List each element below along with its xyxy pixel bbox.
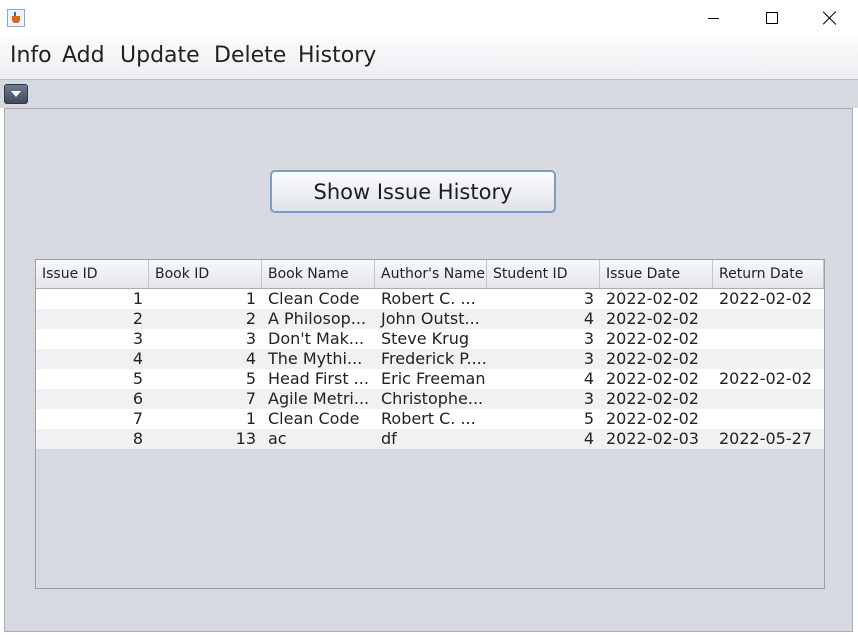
- title-bar: [0, 0, 858, 38]
- close-button[interactable]: [800, 0, 858, 38]
- minimize-button[interactable]: [684, 0, 742, 38]
- menu-add[interactable]: Add: [62, 43, 105, 68]
- cell-issue-date: 2022-02-03: [606, 429, 699, 448]
- cell-return-date: [713, 389, 824, 409]
- cell-issue-id: 3: [132, 329, 143, 348]
- collapse-button[interactable]: [4, 84, 28, 104]
- table-header: Issue ID Book ID Book Name Author's Name Stu…: [36, 260, 824, 289]
- table-row[interactable]: 3 3 Don't Mak... Steve Krug 3 2022-02-02: [36, 329, 824, 349]
- menu-update[interactable]: Update: [120, 43, 200, 68]
- cell-author-name: John Outst...: [381, 309, 480, 328]
- table-row[interactable]: 5 5 Head First ... Eric Freeman 4 2022-02-02 2…: [36, 369, 824, 389]
- cell-student-id: 4: [583, 309, 594, 328]
- cell-issue-date: 2022-02-02: [606, 329, 699, 348]
- column-header-author-name[interactable]: Author's Name: [375, 260, 487, 288]
- table-row[interactable]: 4 4 The Mythi... Frederick P.... 3 2022-02-0…: [36, 349, 824, 369]
- table-row[interactable]: 2 2 A Philosop... John Outst... 4 2022-02-02: [36, 309, 824, 329]
- cell-author-name: Steve Krug: [381, 329, 470, 348]
- show-issue-history-button[interactable]: Show Issue History: [270, 170, 556, 213]
- cell-return-date: [713, 329, 824, 349]
- cell-book-id: 1: [245, 409, 256, 428]
- cell-author-name: df: [381, 429, 397, 448]
- close-icon: [822, 10, 838, 26]
- column-header-issue-date[interactable]: Issue Date: [600, 260, 713, 288]
- cell-author-name: Frederick P....: [381, 349, 487, 368]
- cell-author-name: Christophe...: [381, 389, 484, 408]
- column-header-return-date[interactable]: Return Date: [713, 260, 824, 288]
- table-row[interactable]: 7 1 Clean Code Robert C. ... 5 2022-02-02: [36, 409, 824, 429]
- cell-issue-date: 2022-02-02: [606, 409, 699, 428]
- cell-student-id: 5: [583, 409, 594, 428]
- cell-issue-id: 1: [132, 289, 143, 308]
- cell-author-name: Robert C. ...: [381, 409, 476, 428]
- cell-student-id: 3: [583, 329, 594, 348]
- java-cup-icon: [7, 9, 25, 27]
- cell-return-date: [713, 309, 824, 329]
- cell-book-id: 4: [245, 349, 256, 368]
- column-header-student-id[interactable]: Student ID: [487, 260, 600, 288]
- cell-issue-id: 6: [132, 389, 143, 408]
- column-header-book-name[interactable]: Book Name: [262, 260, 375, 288]
- cell-issue-id: 7: [132, 409, 143, 428]
- cell-book-id: 7: [245, 389, 256, 408]
- cell-book-name: Don't Mak...: [268, 329, 365, 348]
- toolbar-strip: [0, 80, 858, 108]
- cell-issue-id: 5: [132, 369, 143, 388]
- cell-student-id: 3: [583, 349, 594, 368]
- table-row[interactable]: 6 7 Agile Metri... Christophe... 3 2022-02-02: [36, 389, 824, 409]
- cell-issue-date: 2022-02-02: [606, 389, 699, 408]
- cell-book-id: 2: [245, 309, 256, 328]
- menu-delete[interactable]: Delete: [214, 43, 286, 68]
- chevron-down-icon: [11, 91, 21, 97]
- cell-issue-date: 2022-02-02: [606, 349, 699, 368]
- cell-return-date: 2022-02-02: [719, 369, 812, 388]
- cell-book-id: 5: [245, 369, 256, 388]
- cell-book-name: Head First ...: [268, 369, 369, 388]
- maximize-icon: [766, 12, 778, 24]
- menu-info[interactable]: Info: [10, 43, 52, 68]
- cell-issue-id: 8: [132, 429, 143, 448]
- cell-issue-date: 2022-02-02: [606, 289, 699, 308]
- cell-return-date: 2022-05-27: [719, 429, 812, 448]
- table-body: 11 Clean Code Robert C. ... 3 2022-02-02 202…: [36, 289, 824, 449]
- cell-book-name: The Mythi...: [268, 349, 363, 368]
- menu-history[interactable]: History: [298, 43, 376, 68]
- cell-author-name: Eric Freeman: [381, 369, 486, 388]
- cell-return-date: [713, 349, 824, 369]
- table-row[interactable]: 1 1 Clean Code Robert C. ... 3 2022-02-02 202…: [36, 289, 824, 309]
- minimize-icon: [708, 18, 719, 19]
- cell-return-date: [713, 409, 824, 429]
- cell-book-name: Agile Metri...: [268, 389, 370, 408]
- cell-student-id: 4: [583, 369, 594, 388]
- cell-author-name: Robert C. ...: [381, 289, 476, 308]
- cell-issue-id: 2: [132, 309, 143, 328]
- cell-book-name: Clean Code: [268, 289, 360, 308]
- menu-bar: Info Add Update Delete History: [0, 38, 858, 80]
- cell-book-id: 1: [245, 289, 256, 308]
- cell-student-id: 4: [583, 429, 594, 448]
- cell-book-id: 3: [245, 329, 256, 348]
- table-row[interactable]: 8 13 ac df 4 2022-02-03 2022-05-27: [36, 429, 824, 449]
- cell-book-name: ac: [268, 429, 287, 448]
- maximize-button[interactable]: [742, 0, 800, 38]
- cell-return-date: 2022-02-02: [719, 289, 812, 308]
- cell-issue-date: 2022-02-02: [606, 369, 699, 388]
- cell-issue-id: 4: [132, 349, 143, 368]
- cell-book-id: 13: [235, 429, 256, 448]
- column-header-book-id[interactable]: Book ID: [149, 260, 262, 288]
- cell-student-id: 3: [583, 289, 594, 308]
- cell-book-name: Clean Code: [268, 409, 360, 428]
- cell-student-id: 3: [583, 389, 594, 408]
- issue-history-table: Issue ID Book ID Book Name Author's Name Stu…: [35, 259, 825, 589]
- cell-issue-date: 2022-02-02: [606, 309, 699, 328]
- column-header-issue-id[interactable]: Issue ID: [36, 260, 149, 288]
- cell-book-name: A Philosop...: [268, 309, 367, 328]
